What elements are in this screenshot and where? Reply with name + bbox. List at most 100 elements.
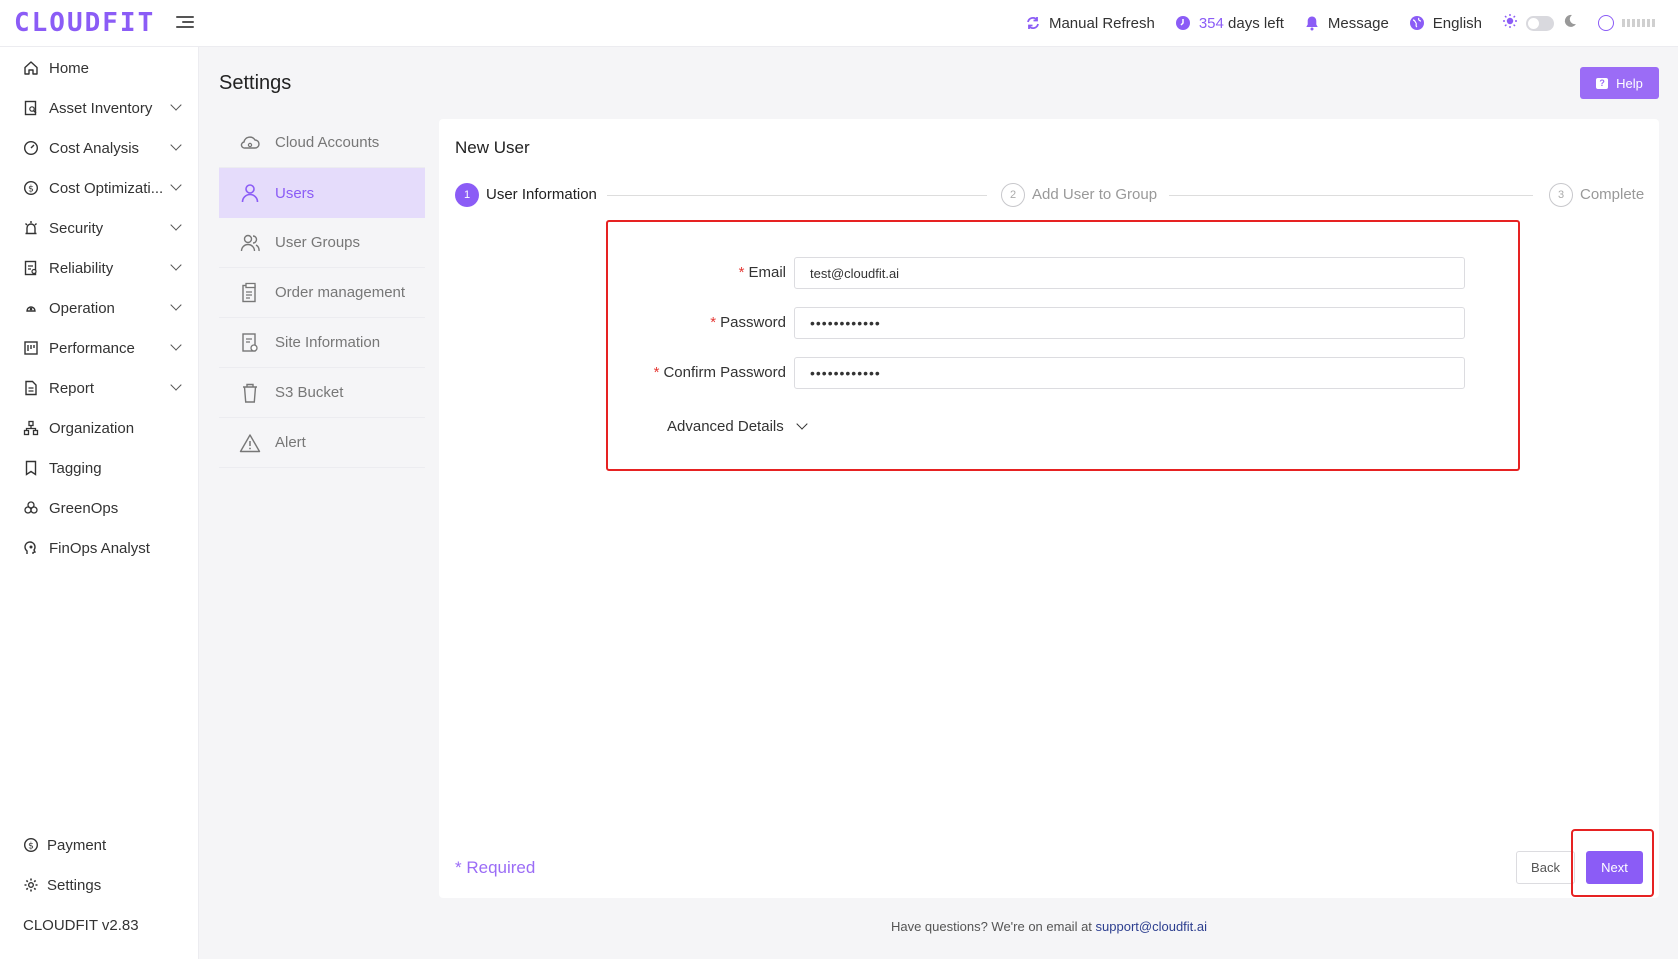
settings-item-label: Cloud Accounts: [275, 134, 380, 151]
sun-icon: [1502, 13, 1518, 33]
theme-toggle-group: [1502, 13, 1578, 33]
password-field[interactable]: [794, 307, 1465, 339]
user-name-redacted: [1622, 19, 1656, 27]
email-field[interactable]: [794, 257, 1465, 289]
chevron-down-icon: [170, 379, 182, 391]
footer-text: Have questions? We're on email at: [890, 919, 1092, 934]
chevron-down-icon: [796, 418, 808, 430]
sidebar-item-label: Cost Analysis: [49, 139, 140, 157]
step-2-label: Add User to Group: [1032, 186, 1158, 203]
sidebar-item-label: Asset Inventory: [49, 99, 153, 117]
step-3-indicator: 3: [1549, 183, 1573, 207]
moon-icon: [1562, 13, 1578, 33]
help-label: Help: [1616, 75, 1643, 91]
days-suffix: days left: [1228, 14, 1284, 32]
confirm-password-label: * Confirm Password: [653, 364, 786, 381]
sidebar-item-label: Performance: [49, 339, 135, 357]
settings-item-users[interactable]: Users: [219, 168, 425, 218]
step-2-indicator: 2: [1001, 183, 1025, 207]
sidebar-item-cost-optimization[interactable]: $ Cost Optimizati...: [0, 170, 199, 206]
sidebar-item-payment[interactable]: $ Payment: [0, 827, 199, 863]
sidebar-item-performance[interactable]: Performance: [0, 330, 199, 366]
stepper: 1 User Information 2 Add User to Group 3…: [455, 183, 1645, 207]
manual-refresh-button[interactable]: Manual Refresh: [1025, 15, 1155, 32]
settings-item-s3-bucket[interactable]: S3 Bucket: [219, 368, 425, 418]
menu-toggle-icon[interactable]: [176, 13, 194, 31]
theme-switch[interactable]: [1526, 15, 1554, 31]
chevron-down-icon: [170, 179, 182, 191]
settings-item-alert[interactable]: Alert: [219, 418, 425, 468]
reliability-icon: [23, 260, 39, 276]
sidebar-item-home[interactable]: Home: [0, 50, 199, 86]
performance-icon: [23, 340, 39, 356]
report-icon: [23, 380, 39, 396]
support-email-link[interactable]: support@cloudfit.ai: [1096, 919, 1207, 934]
sidebar-item-label: Payment: [47, 836, 107, 854]
next-button-highlight: [1571, 829, 1654, 897]
required-note: * Required: [455, 858, 536, 877]
cost-analysis-icon: [23, 140, 39, 156]
advanced-details-label: Advanced Details: [667, 418, 784, 435]
sidebar-item-greenops[interactable]: GreenOps: [0, 490, 199, 526]
new-user-card: New User 1 User Information 2 Add User t…: [439, 119, 1659, 898]
settings-item-cloud-accounts[interactable]: Cloud Accounts: [219, 118, 425, 168]
sidebar-item-reliability[interactable]: Reliability: [0, 250, 199, 286]
step-3-label: Complete: [1580, 186, 1645, 203]
sidebar-item-cost-analysis[interactable]: Cost Analysis: [0, 130, 199, 166]
user-info-form: *Email *Password *Confirm Password Advan…: [606, 220, 1520, 471]
help-button[interactable]: ? Help: [1580, 67, 1659, 99]
sidebar-item-security[interactable]: Security: [0, 210, 199, 246]
step-connector: [607, 195, 987, 196]
sidebar-item-finops-analyst[interactable]: FinOps Analyst: [0, 530, 199, 566]
tagging-icon: [23, 460, 39, 476]
app-version: CLOUDFIT v2.83: [23, 917, 139, 934]
globe-icon: [1409, 15, 1425, 31]
settings-item-order-management[interactable]: Order management: [219, 268, 425, 318]
payment-icon: $: [23, 837, 39, 853]
warning-icon: [239, 432, 261, 454]
license-days[interactable]: 354 days left: [1175, 15, 1284, 32]
settings-item-user-groups[interactable]: User Groups: [219, 218, 425, 268]
sidebar-item-label: Home: [49, 59, 90, 77]
sidebar-item-label: Operation: [49, 299, 115, 317]
sidebar: Home Asset Inventory Cost Analysis $ Cos…: [0, 47, 199, 959]
password-label: * Password: [710, 314, 786, 331]
settings-item-label: S3 Bucket: [275, 384, 344, 401]
step-connector: [1169, 195, 1533, 196]
settings-item-label: Site Information: [275, 334, 381, 351]
gear-icon: [23, 877, 39, 893]
language-selector[interactable]: English: [1409, 15, 1482, 32]
sidebar-item-tagging[interactable]: Tagging: [0, 450, 199, 486]
back-button[interactable]: Back: [1516, 851, 1575, 884]
sidebar-item-label: Cost Optimizati...: [49, 179, 164, 197]
user-menu[interactable]: [1598, 15, 1656, 31]
sidebar-item-asset-inventory[interactable]: Asset Inventory: [0, 90, 199, 126]
settings-item-label: User Groups: [275, 234, 361, 251]
cost-optimization-icon: $: [23, 180, 39, 196]
advanced-details-toggle[interactable]: Advanced Details: [667, 418, 808, 435]
chevron-down-icon: [170, 299, 182, 311]
bucket-icon: [239, 382, 261, 404]
sidebar-item-label: Report: [49, 379, 95, 397]
finops-analyst-icon: [23, 540, 39, 556]
sidebar-item-operation[interactable]: Operation: [0, 290, 199, 326]
sidebar-item-report[interactable]: Report: [0, 370, 199, 406]
svg-text:$: $: [28, 842, 34, 852]
sidebar-item-settings[interactable]: Settings: [0, 867, 199, 903]
sidebar-item-label: FinOps Analyst: [49, 539, 150, 557]
confirm-password-field[interactable]: [794, 357, 1465, 389]
sidebar-item-organization[interactable]: Organization: [0, 410, 199, 446]
settings-item-site-information[interactable]: Site Information: [219, 318, 425, 368]
confirm-password-row: * Confirm Password: [608, 357, 1518, 389]
top-bar: CLOUDFIT Manual Refresh 354 days left Me…: [0, 0, 1678, 47]
language-label: English: [1432, 14, 1482, 32]
sidebar-item-label: Reliability: [49, 259, 114, 277]
home-icon: [23, 60, 39, 76]
avatar-icon: [1598, 15, 1614, 31]
message-button[interactable]: Message: [1304, 15, 1389, 32]
clock-icon: [1175, 15, 1191, 31]
asset-inventory-icon: [23, 100, 39, 116]
app-logo[interactable]: CLOUDFIT: [14, 8, 155, 38]
settings-item-label: Order management: [275, 284, 406, 301]
clipboard-icon: [239, 282, 261, 304]
